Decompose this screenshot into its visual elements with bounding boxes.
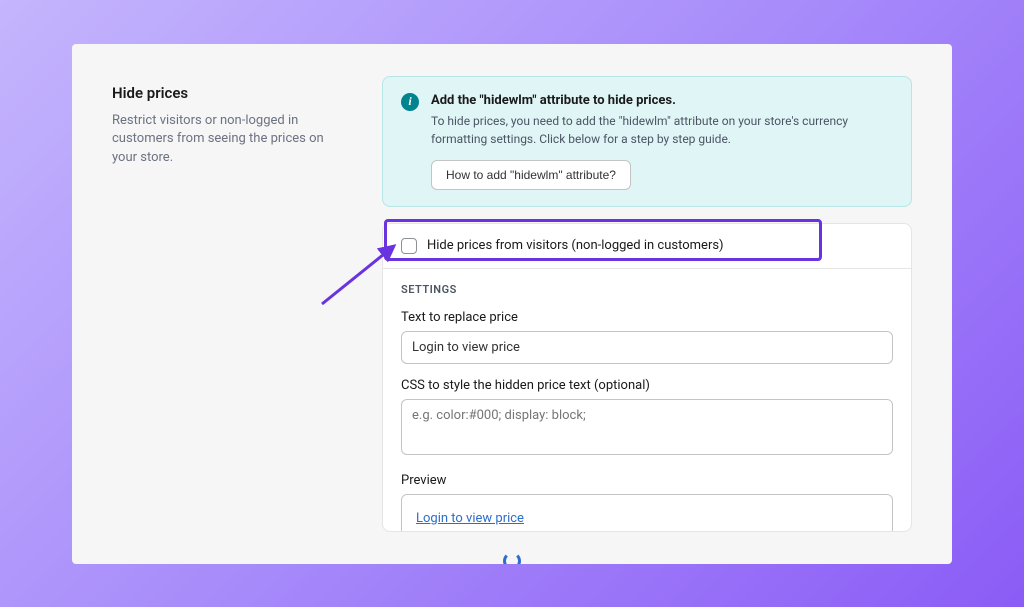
section-content-column: i Add the "hidewlm" attribute to hide pr… xyxy=(382,76,912,532)
settings-header: SETTINGS xyxy=(401,283,893,296)
settings-panel: Hide prices Restrict visitors or non-log… xyxy=(72,44,952,564)
hide-prices-checkbox-row[interactable]: Hide prices from visitors (non-logged in… xyxy=(383,224,911,269)
preview-link[interactable]: Login to view price xyxy=(416,511,524,526)
section-description-column: Hide prices Restrict visitors or non-log… xyxy=(112,76,342,532)
preview-box: Login to view price xyxy=(401,494,893,532)
hide-prices-checkbox-label: Hide prices from visitors (non-logged in… xyxy=(427,238,724,253)
loading-spinner-icon xyxy=(503,552,521,564)
preview-label: Preview xyxy=(401,473,893,488)
section-heading: Hide prices xyxy=(112,84,342,102)
how-to-add-attribute-button[interactable]: How to add "hidewlm" attribute? xyxy=(431,160,631,190)
replace-text-input[interactable] xyxy=(401,331,893,364)
info-banner-text: To hide prices, you need to add the "hid… xyxy=(431,112,893,148)
settings-body: SETTINGS Text to replace price CSS to st… xyxy=(383,269,911,532)
info-icon: i xyxy=(401,93,419,111)
hide-prices-card: Hide prices from visitors (non-logged in… xyxy=(382,223,912,532)
info-banner: i Add the "hidewlm" attribute to hide pr… xyxy=(382,76,912,207)
css-style-label: CSS to style the hidden price text (opti… xyxy=(401,378,893,393)
css-style-textarea[interactable] xyxy=(401,399,893,455)
info-banner-title: Add the "hidewlm" attribute to hide pric… xyxy=(431,93,893,108)
replace-text-label: Text to replace price xyxy=(401,310,893,325)
hide-prices-checkbox[interactable] xyxy=(401,238,417,254)
section-description: Restrict visitors or non-logged in custo… xyxy=(112,112,342,169)
info-banner-body: Add the "hidewlm" attribute to hide pric… xyxy=(431,93,893,190)
